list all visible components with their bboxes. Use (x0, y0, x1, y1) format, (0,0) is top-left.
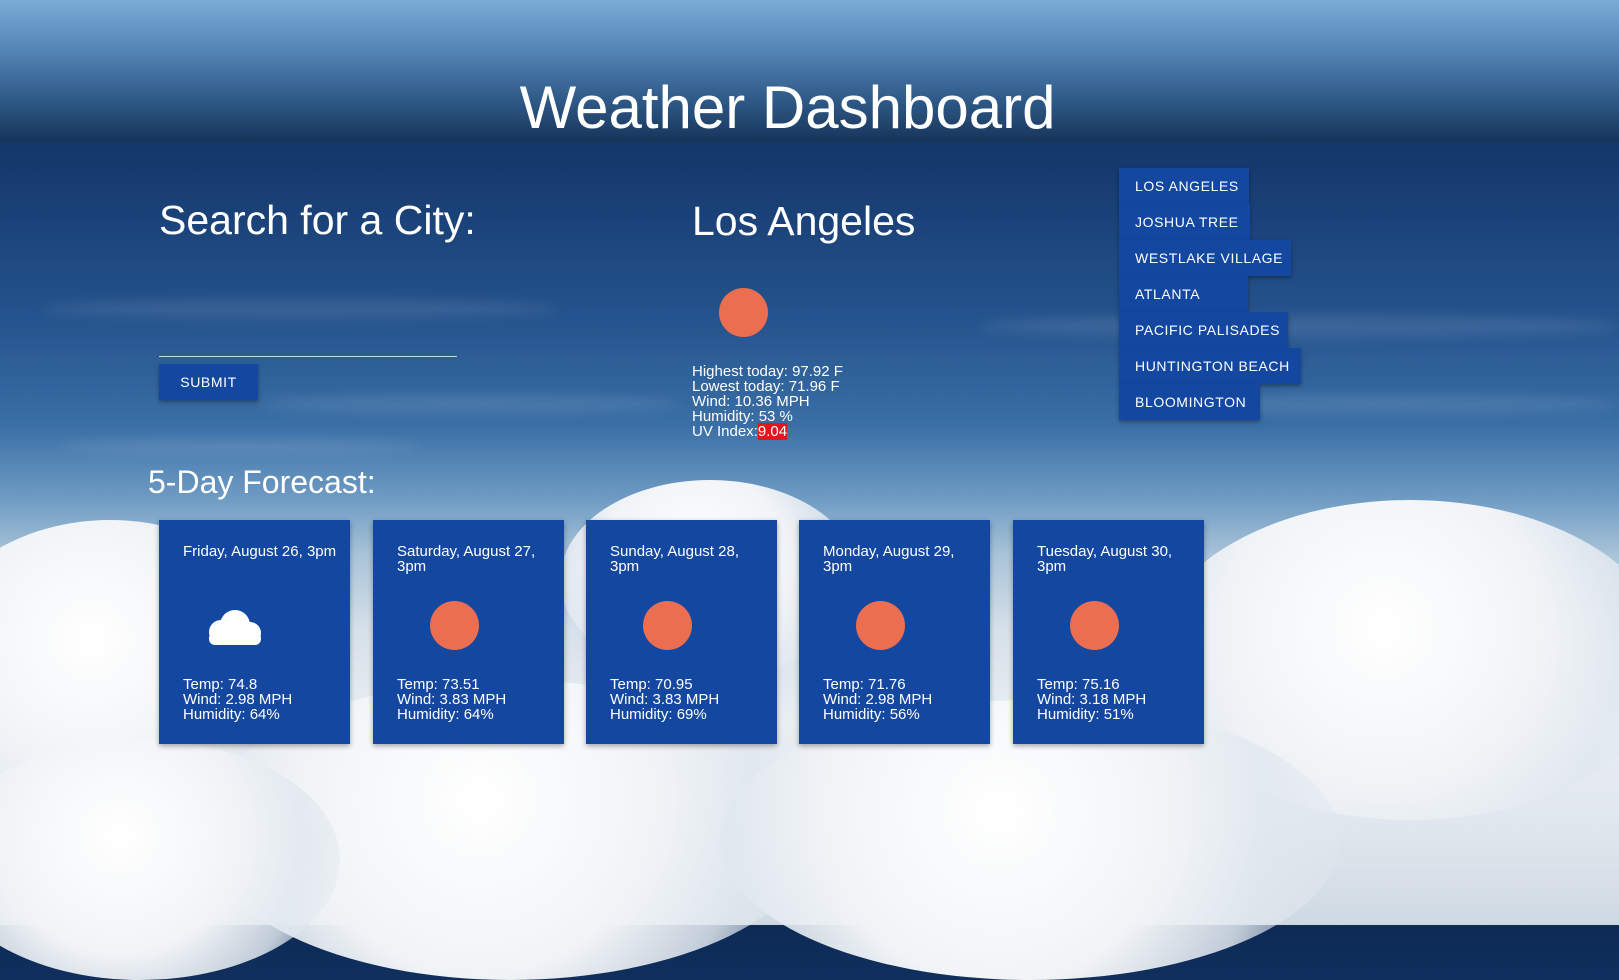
history-button-atlanta[interactable]: Atlanta (1119, 276, 1248, 312)
submit-button[interactable]: Submit (159, 364, 258, 400)
sun-icon (856, 601, 905, 650)
cloud-icon (209, 610, 261, 645)
humidity-label: Humidity: (1037, 706, 1100, 723)
wind: Wind: 10.36 MPH (692, 394, 843, 409)
uv-label: UV Index: (692, 423, 758, 440)
humidity: Humidity: 53 % (692, 409, 843, 424)
sun-icon (643, 601, 692, 650)
forecast-date: Friday, August 26, 3pm (183, 543, 337, 560)
sun-icon (1070, 601, 1119, 650)
forecast-stats: Temp: 73.51 Wind: 3.83 MPH Humidity: 64% (397, 677, 506, 722)
forecast-card: Friday, August 26, 3pm Temp: 74.8 Wind: … (159, 520, 350, 744)
humidity-value: 56% (889, 706, 920, 723)
page-header: Weather Dashboard (0, 0, 1619, 142)
humidity-label: Humidity: (183, 706, 246, 723)
forecast-card: Saturday, August 27, 3pm Temp: 73.51 Win… (373, 520, 564, 744)
forecast-card: Tuesday, August 30, 3pm Temp: 75.16 Wind… (1013, 520, 1204, 744)
forecast-stats: Temp: 71.76 Wind: 2.98 MPH Humidity: 56% (823, 677, 932, 722)
humidity-value: 69% (676, 706, 707, 723)
city-search-input[interactable] (159, 320, 457, 357)
sun-icon (719, 288, 768, 337)
forecast-stats: Temp: 70.95 Wind: 3.83 MPH Humidity: 69% (610, 677, 719, 722)
forecast-date: Saturday, August 27, 3pm (397, 543, 536, 575)
lowest-temp: Lowest today: 71.96 F (692, 379, 843, 394)
uv-index: UV Index:9.04 (692, 423, 843, 440)
search-heading: Search for a City: (159, 197, 476, 243)
forecast-date: Monday, August 29, 3pm (823, 543, 955, 575)
history-button-huntington-beach[interactable]: Huntington Beach (1119, 348, 1301, 384)
forecast-heading: 5-Day Forecast: (148, 464, 376, 500)
page-title: Weather Dashboard (519, 74, 1056, 141)
forecast-stats: Temp: 74.8 Wind: 2.98 MPH Humidity: 64% (183, 677, 292, 722)
history-button-bloomington[interactable]: Bloomington (1119, 384, 1260, 420)
uv-value-badge: 9.04 (757, 423, 788, 440)
highest-temp: Highest today: 97.92 F (692, 364, 843, 379)
history-button-westlake-village[interactable]: Westlake Village (1119, 240, 1291, 276)
humidity-value: 64% (249, 706, 280, 723)
history-button-pacific-palisades[interactable]: Pacific Palisades (1119, 312, 1288, 348)
forecast-date: Sunday, August 28, 3pm (610, 543, 739, 575)
current-stats: Highest today: 97.92 F Lowest today: 71.… (692, 364, 843, 440)
humidity-value: 64% (463, 706, 494, 723)
sun-icon (430, 601, 479, 650)
humidity-label: Humidity: (823, 706, 886, 723)
forecast-stats: Temp: 75.16 Wind: 3.18 MPH Humidity: 51% (1037, 677, 1146, 722)
forecast-date: Tuesday, August 30, 3pm (1037, 543, 1173, 575)
history-button-joshua-tree[interactable]: Joshua Tree (1119, 204, 1250, 240)
forecast-card: Monday, August 29, 3pm Temp: 71.76 Wind:… (799, 520, 990, 744)
humidity-label: Humidity: (610, 706, 673, 723)
humidity-value: 51% (1103, 706, 1134, 723)
humidity-label: Humidity: (397, 706, 460, 723)
forecast-card: Sunday, August 28, 3pm Temp: 70.95 Wind:… (586, 520, 777, 744)
history-button-los-angeles[interactable]: Los Angeles (1119, 168, 1249, 204)
current-city-name: Los Angeles (692, 198, 916, 244)
